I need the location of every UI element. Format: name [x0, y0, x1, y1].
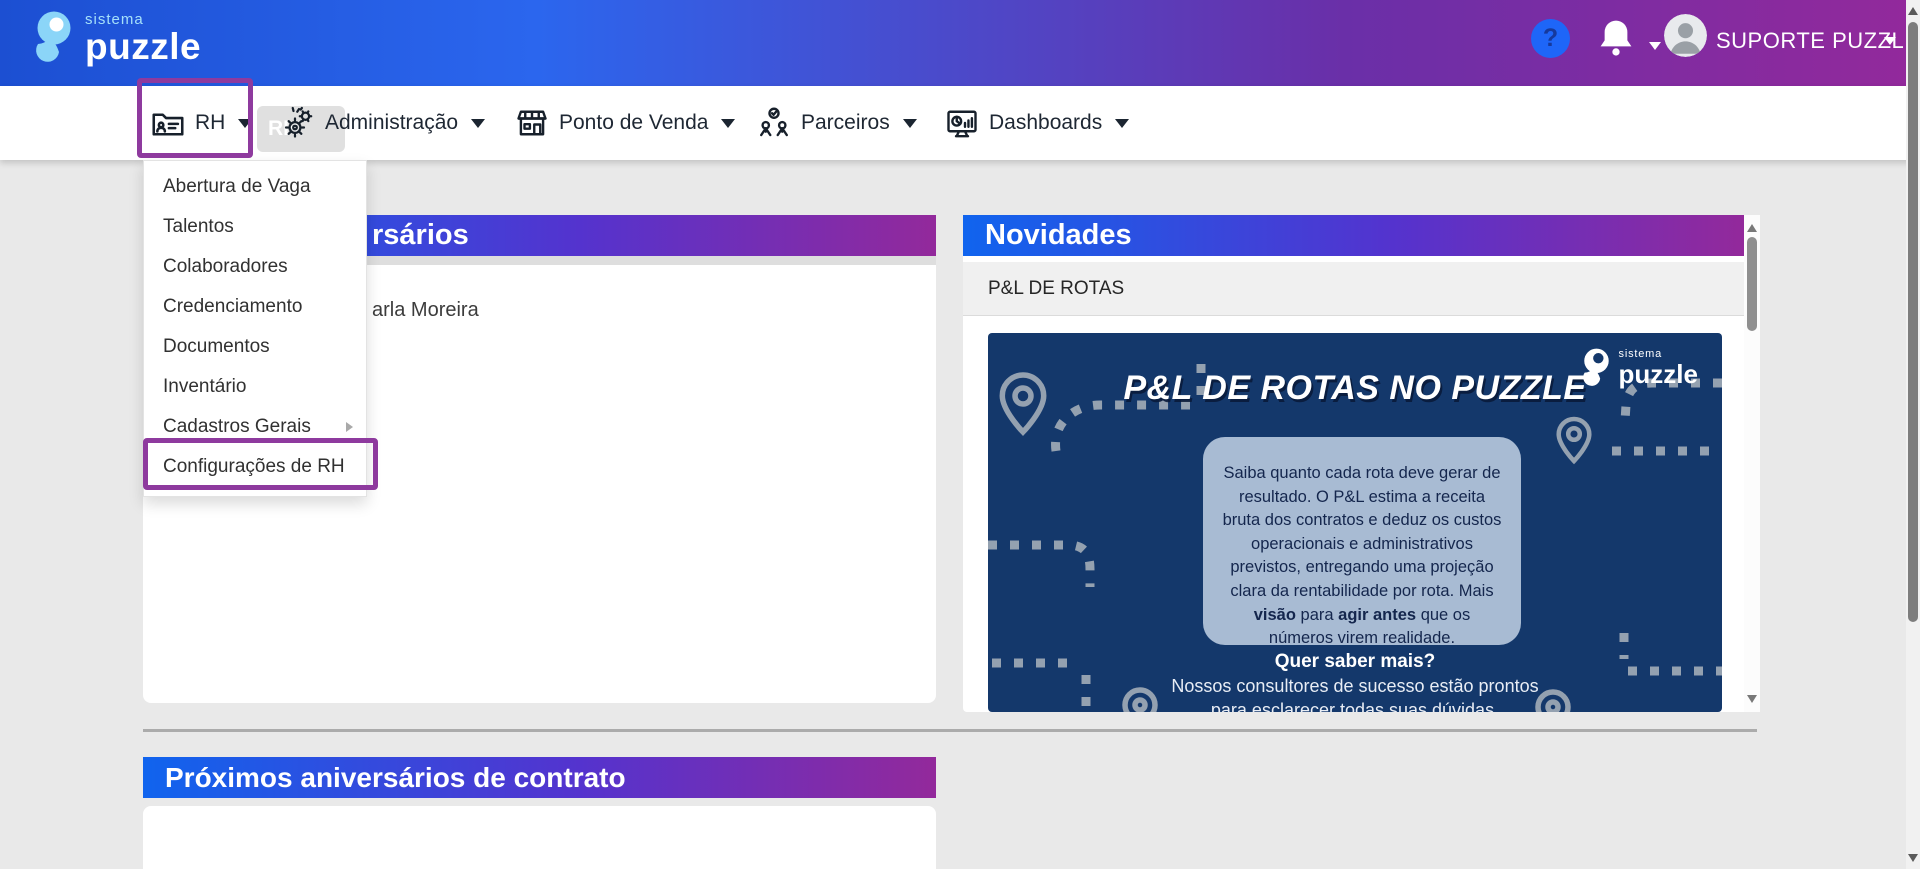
nav-label-parceiros: Parceiros [801, 111, 890, 135]
section-divider [143, 729, 1757, 732]
submenu-arrow-icon [346, 422, 353, 432]
nav-item-parceiros[interactable]: Parceiros [756, 96, 917, 150]
nav-item-ponto-de-venda[interactable]: Ponto de Venda [514, 96, 735, 150]
promo-puzzle-logo-text: sistema puzzle [1619, 349, 1698, 387]
puzzle-logo-text: sistema puzzle [85, 12, 201, 65]
top-bar: sistema puzzle ? SUPORTE PUZZLE [0, 0, 1920, 86]
nav-item-rh[interactable]: RH [150, 96, 252, 150]
promo-puzzle-logo: sistema puzzle [1575, 345, 1698, 390]
nav-label-rh: RH [195, 111, 225, 135]
promo-puzzle-logo-icon [1575, 345, 1615, 390]
nav-caret-rh-icon [238, 119, 252, 128]
birthday-entry-partial: arla Moreira [372, 299, 479, 322]
scroll-down-arrow-icon[interactable] [1747, 695, 1757, 703]
menu-item-label: Documentos [163, 336, 270, 357]
nav-label-administracao: Administração [325, 111, 458, 135]
menu-item-label: Configurações de RH [163, 456, 345, 477]
brand-sistema: sistema [85, 12, 201, 27]
news-section-pl-de-rotas[interactable]: P&L DE ROTAS [963, 262, 1744, 316]
nav-label-ponto-de-venda: Ponto de Venda [559, 111, 708, 135]
brand-puzzle: puzzle [85, 28, 201, 65]
menu-item-configuracoes-de-rh[interactable]: Configurações de RH [144, 447, 366, 487]
menu-item-colaboradores[interactable]: Colaboradores [144, 247, 366, 287]
novidades-scrollbar-thumb[interactable] [1747, 237, 1757, 331]
menu-item-cadastros-gerais[interactable]: Cadastros Gerais [144, 407, 366, 447]
dashboard-icon [944, 105, 980, 141]
user-avatar[interactable] [1664, 14, 1707, 57]
main-nav-bar: RH RH Administração [0, 86, 1920, 160]
nav-item-dashboards[interactable]: Dashboards [944, 96, 1129, 150]
menu-item-label: Talentos [163, 216, 234, 237]
nav-caret-ponto-de-venda-icon [721, 119, 735, 128]
menu-item-label: Inventário [163, 376, 246, 397]
menu-item-label: Credenciamento [163, 296, 302, 317]
menu-item-inventario[interactable]: Inventário [144, 367, 366, 407]
novidades-scrollbar[interactable] [1744, 215, 1760, 712]
menu-item-label: Abertura de Vaga [163, 176, 311, 197]
notifications-button[interactable] [1594, 16, 1638, 60]
avatar-person-icon [1664, 14, 1707, 57]
scroll-up-arrow-icon[interactable] [1747, 224, 1757, 232]
notifications-caret-icon [1649, 42, 1661, 50]
menu-item-documentos[interactable]: Documentos [144, 327, 366, 367]
promo-cta-line-1: Nossos consultores de sucesso estão pron… [988, 676, 1722, 697]
promo-text-bold-1: visão [1254, 606, 1296, 624]
page-scrollbar[interactable] [1906, 0, 1920, 869]
card-novidades-header: Novidades [963, 215, 1744, 256]
promo-text-bold-2: agir antes [1338, 606, 1416, 624]
promo-banner-pl-rotas: P&L DE ROTAS NO PUZZLE sistema puzzle Sa… [988, 333, 1722, 712]
nav-item-administracao[interactable]: Administração [280, 96, 485, 150]
menu-item-label: Cadastros Gerais [163, 416, 311, 437]
card-contratos-body [143, 806, 936, 869]
card-novidades-title: Novidades [985, 219, 1132, 252]
nav-caret-administracao-icon [471, 119, 485, 128]
menu-item-label: Colaboradores [163, 256, 288, 277]
partners-icon [756, 105, 792, 141]
promo-text-2: para [1296, 606, 1338, 624]
help-button[interactable]: ? [1531, 19, 1570, 58]
store-icon [514, 105, 550, 141]
promo-paragraph: Saiba quanto cada rota deve gerar de res… [1203, 437, 1521, 645]
nav-caret-parceiros-icon [903, 119, 917, 128]
card-aniversarios-title-partial: rsários [372, 219, 469, 252]
app-window: sistema puzzle ? SUPORTE PUZZLE [0, 0, 1920, 869]
promo-cta-line-2: para esclarecer todas suas dúvidas. [988, 700, 1722, 712]
nav-caret-dashboards-icon [1115, 119, 1129, 128]
rh-folder-icon [150, 105, 186, 141]
promo-brand-puzzle: puzzle [1619, 361, 1698, 387]
page-scroll-down-arrow-icon[interactable] [1908, 854, 1918, 862]
card-novidades: Novidades P&L DE ROTAS [963, 215, 1760, 712]
menu-item-credenciamento[interactable]: Credenciamento [144, 287, 366, 327]
question-mark-icon: ? [1543, 24, 1558, 53]
nav-label-dashboards: Dashboards [989, 111, 1102, 135]
rh-dropdown-menu: Abertura de Vaga Talentos Colaboradores … [143, 160, 367, 497]
gears-icon [280, 105, 316, 141]
card-contratos-header: Próximos aniversários de contrato [143, 757, 936, 798]
menu-item-talentos[interactable]: Talentos [144, 207, 366, 247]
page-scroll-up-arrow-icon[interactable] [1908, 7, 1918, 15]
news-section-label: P&L DE ROTAS [988, 262, 1124, 316]
user-menu-caret-icon [1884, 37, 1896, 45]
bell-icon [1594, 16, 1638, 60]
promo-text-1: Saiba quanto cada rota deve gerar de res… [1223, 464, 1502, 600]
menu-item-abertura-de-vaga[interactable]: Abertura de Vaga [144, 167, 366, 207]
promo-cta-title: Quer saber mais? [988, 651, 1722, 673]
card-contratos-title: Próximos aniversários de contrato [165, 762, 626, 794]
page-scrollbar-thumb[interactable] [1908, 22, 1918, 622]
puzzle-logo-icon [25, 7, 79, 67]
puzzle-logo[interactable]: sistema puzzle [25, 7, 201, 67]
